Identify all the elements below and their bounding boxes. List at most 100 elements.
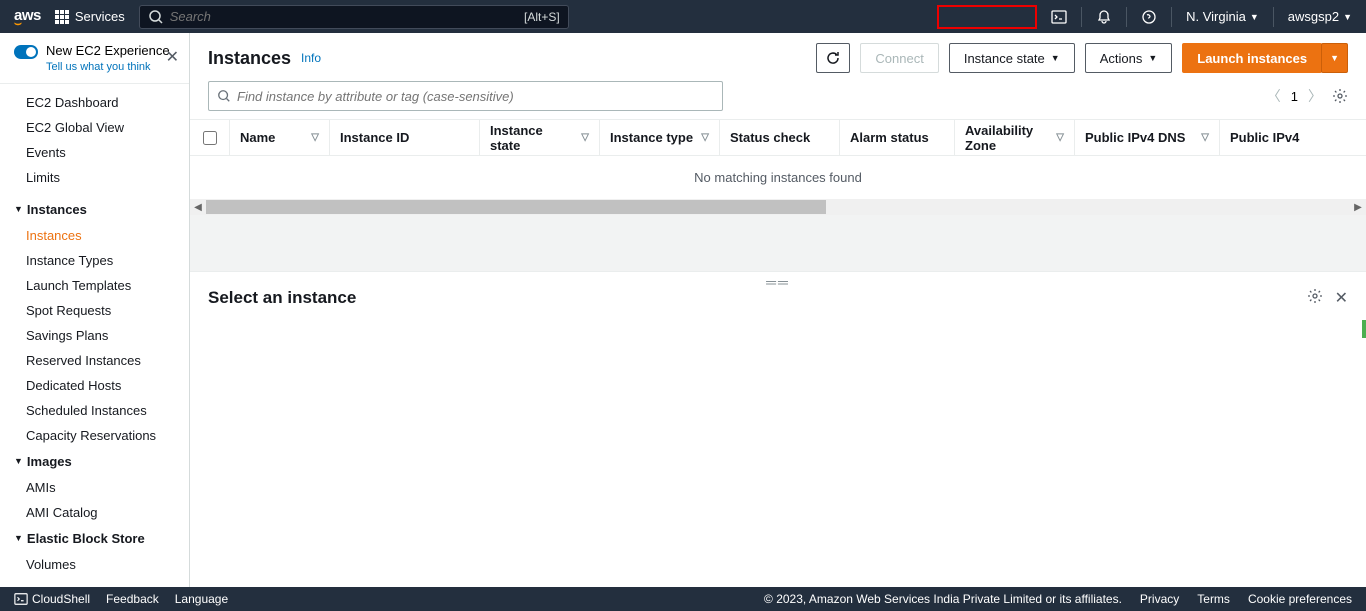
refresh-button[interactable] xyxy=(816,43,850,73)
help-icon[interactable] xyxy=(1141,9,1157,25)
sort-icon: ▽ xyxy=(581,132,589,143)
caret-down-icon: ▼ xyxy=(1343,12,1352,22)
table-header-row: Name▽Instance IDInstance state▽Instance … xyxy=(190,120,1366,156)
detail-close-button[interactable]: ✕ xyxy=(1335,288,1348,308)
sort-icon: ▽ xyxy=(311,132,319,143)
new-experience-banner: New EC2 Experience Tell us what you thin… xyxy=(0,33,189,84)
cloudshell-icon xyxy=(14,592,28,606)
column-header[interactable]: Public IPv4 xyxy=(1220,120,1310,155)
chevron-down-icon: ▼ xyxy=(14,533,23,543)
sidebar-link[interactable]: Instance Types xyxy=(0,248,189,273)
notifications-icon[interactable] xyxy=(1096,9,1112,25)
launch-instances-dropdown[interactable]: ▼ xyxy=(1321,43,1348,73)
sidebar-link[interactable]: Volumes xyxy=(0,552,189,577)
footer-privacy-link[interactable]: Privacy xyxy=(1140,592,1179,606)
detail-panel: ══ Select an instance ✕ xyxy=(190,271,1366,587)
scroll-right-arrow[interactable]: ▶ xyxy=(1350,199,1366,215)
sidebar-link[interactable]: Spot Requests xyxy=(0,298,189,323)
sidebar-link[interactable]: Limits xyxy=(0,165,189,190)
search-icon xyxy=(148,9,164,25)
no-results-message: No matching instances found xyxy=(190,156,1366,199)
sidebar-link[interactable]: AMIs xyxy=(0,475,189,500)
column-header[interactable]: Instance type▽ xyxy=(600,120,720,155)
column-header[interactable]: Alarm status xyxy=(840,120,955,155)
detail-settings-button[interactable] xyxy=(1307,288,1323,308)
close-icon[interactable]: ✕ xyxy=(166,47,179,67)
launch-instances-group: Launch instances ▼ xyxy=(1182,43,1348,73)
services-label: Services xyxy=(75,9,125,24)
page-number: 1 xyxy=(1291,89,1298,104)
footer-feedback-link[interactable]: Feedback xyxy=(106,592,159,606)
column-header[interactable]: Availability Zone▽ xyxy=(955,120,1075,155)
column-header[interactable]: Name▽ xyxy=(230,120,330,155)
new-experience-feedback-link[interactable]: Tell us what you think xyxy=(46,61,170,73)
sidebar-link[interactable]: Dedicated Hosts xyxy=(0,373,189,398)
sidebar-link[interactable]: Instances xyxy=(0,223,189,248)
pagination: 〈 1 〉 xyxy=(1267,86,1348,106)
gear-icon xyxy=(1307,288,1323,304)
footer-terms-link[interactable]: Terms xyxy=(1197,592,1230,606)
sidebar-group-header[interactable]: ▼Images xyxy=(0,448,189,475)
panel-drag-handle[interactable]: ══ xyxy=(766,274,790,290)
sidebar-link[interactable]: Reserved Instances xyxy=(0,348,189,373)
new-experience-title: New EC2 Experience xyxy=(46,43,170,59)
sidebar-link[interactable]: Savings Plans xyxy=(0,323,189,348)
footer-cookie-link[interactable]: Cookie preferences xyxy=(1248,592,1352,606)
filter-row: 〈 1 〉 xyxy=(190,81,1366,119)
footer-language-link[interactable]: Language xyxy=(175,592,228,606)
filter-input-wrapper[interactable] xyxy=(208,81,723,111)
decorative-bar xyxy=(1362,320,1366,338)
sidebar-link[interactable]: Launch Templates xyxy=(0,273,189,298)
sidebar: New EC2 Experience Tell us what you thin… xyxy=(0,33,190,587)
select-all-checkbox-cell xyxy=(190,120,230,155)
chevron-down-icon: ▼ xyxy=(14,204,23,214)
instance-state-button[interactable]: Instance state▼ xyxy=(949,43,1075,73)
scrollbar-thumb[interactable] xyxy=(206,200,826,214)
instances-table: Name▽Instance IDInstance state▽Instance … xyxy=(190,119,1366,199)
column-header[interactable]: Instance state▽ xyxy=(480,120,600,155)
sidebar-link[interactable]: Scheduled Instances xyxy=(0,398,189,423)
account-menu[interactable]: awsgsp2▼ xyxy=(1288,9,1352,24)
table-settings-button[interactable] xyxy=(1332,88,1348,104)
detail-panel-title: Select an instance xyxy=(208,288,356,308)
sidebar-link[interactable]: Events xyxy=(0,140,189,165)
global-search[interactable]: [Alt+S] xyxy=(139,5,569,29)
gear-icon xyxy=(1332,88,1348,104)
horizontal-scrollbar[interactable]: ◀ ▶ xyxy=(190,199,1366,215)
aws-logo[interactable]: aws⌣ xyxy=(14,7,41,26)
footer: CloudShell Feedback Language © 2023, Ama… xyxy=(0,587,1366,611)
grid-icon xyxy=(55,10,69,24)
column-header[interactable]: Status check xyxy=(720,120,840,155)
chevron-down-icon: ▼ xyxy=(14,456,23,466)
sidebar-link[interactable]: EC2 Global View xyxy=(0,115,189,140)
sidebar-group-header[interactable]: ▼Instances xyxy=(0,196,189,223)
next-page-button[interactable]: 〉 xyxy=(1308,86,1322,106)
search-icon xyxy=(217,89,231,103)
column-header[interactable]: Instance ID xyxy=(330,120,480,155)
filter-input[interactable] xyxy=(237,89,714,104)
caret-down-icon: ▼ xyxy=(1148,53,1157,63)
search-shortcut-hint: [Alt+S] xyxy=(524,10,560,24)
caret-down-icon: ▼ xyxy=(1051,53,1060,63)
scroll-left-arrow[interactable]: ◀ xyxy=(190,199,206,215)
redacted-region xyxy=(937,5,1037,29)
sidebar-link[interactable]: EC2 Dashboard xyxy=(0,90,189,115)
info-link[interactable]: Info xyxy=(301,51,321,65)
prev-page-button[interactable]: 〈 xyxy=(1267,86,1281,106)
actions-button[interactable]: Actions▼ xyxy=(1085,43,1173,73)
region-selector[interactable]: N. Virginia▼ xyxy=(1186,9,1259,24)
search-input[interactable] xyxy=(170,9,518,24)
cloudshell-icon[interactable] xyxy=(1051,9,1067,25)
new-experience-toggle[interactable] xyxy=(14,45,38,59)
sort-icon: ▽ xyxy=(1056,132,1064,143)
sidebar-link[interactable]: AMI Catalog xyxy=(0,500,189,525)
page-header: Instances Info Connect Instance state▼ A… xyxy=(190,33,1366,81)
services-menu-button[interactable]: Services xyxy=(55,9,125,24)
footer-cloudshell-button[interactable]: CloudShell xyxy=(14,592,90,606)
main-content: Instances Info Connect Instance state▼ A… xyxy=(190,33,1366,587)
launch-instances-button[interactable]: Launch instances xyxy=(1182,43,1322,73)
select-all-checkbox[interactable] xyxy=(203,131,217,145)
column-header[interactable]: Public IPv4 DNS▽ xyxy=(1075,120,1220,155)
sidebar-link[interactable]: Capacity Reservations xyxy=(0,423,189,448)
sidebar-group-header[interactable]: ▼Elastic Block Store xyxy=(0,525,189,552)
